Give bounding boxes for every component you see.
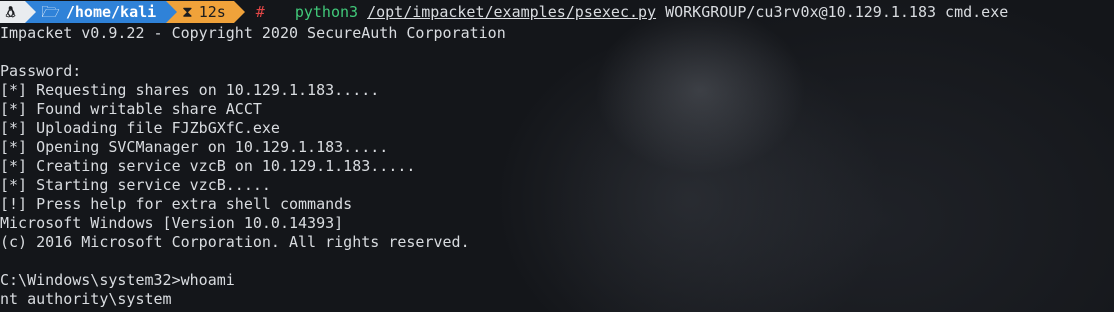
os-segment: 🐧︎ <box>0 1 37 23</box>
command-duration: 12s <box>198 3 226 21</box>
script-path-link[interactable]: /opt/impacket/examples/psexec.py <box>367 0 656 24</box>
folder-icon: 🗁︎ <box>41 3 60 21</box>
output-line: [*] Creating service vzcB on 10.129.1.18… <box>0 157 416 175</box>
terminal-window[interactable]: 🐧︎ 🗁︎ /home/kali ⧗ 12s # python3 /opt/impa… <box>0 0 1114 309</box>
output-line: [!] Press help for extra shell commands <box>0 195 353 213</box>
output-line: [*] Opening SVCManager on 10.129.1.183..… <box>0 138 389 156</box>
output-line: [*] Uploading file FJZbGXfC.exe <box>0 119 280 137</box>
output-line: nt authority\system <box>0 290 172 308</box>
output-line: Impacket v0.9.22 - Copyright 2020 Secure… <box>0 24 506 42</box>
output-line: [*] Found writable share ACCT <box>0 100 262 118</box>
command-name: python3 <box>294 3 359 21</box>
output-line: [*] Starting service vzcB..... <box>0 176 271 194</box>
output-line: C:\Windows\system32>whoami <box>0 271 235 289</box>
root-indicator: # <box>255 3 265 21</box>
output-line: Microsoft Windows [Version 10.0.14393] <box>0 214 344 232</box>
output-line: Password: <box>0 62 82 80</box>
linux-icon: 🐧︎ <box>6 3 16 21</box>
output-line: [*] Requesting shares on 10.129.1.183...… <box>0 81 380 99</box>
command-arguments: WORKGROUP/cu3rv0x@10.129.1.183 cmd.exe <box>665 3 1009 21</box>
current-directory: /home/kali <box>65 3 157 21</box>
shell-prompt: 🐧︎ 🗁︎ /home/kali ⧗ 12s # python3 /opt/impa… <box>0 0 1114 24</box>
directory-segment: 🗁︎ /home/kali <box>25 1 178 23</box>
hourglass-icon: ⧗ <box>182 3 193 21</box>
output-line: (c) 2016 Microsoft Corporation. All righ… <box>0 233 470 251</box>
